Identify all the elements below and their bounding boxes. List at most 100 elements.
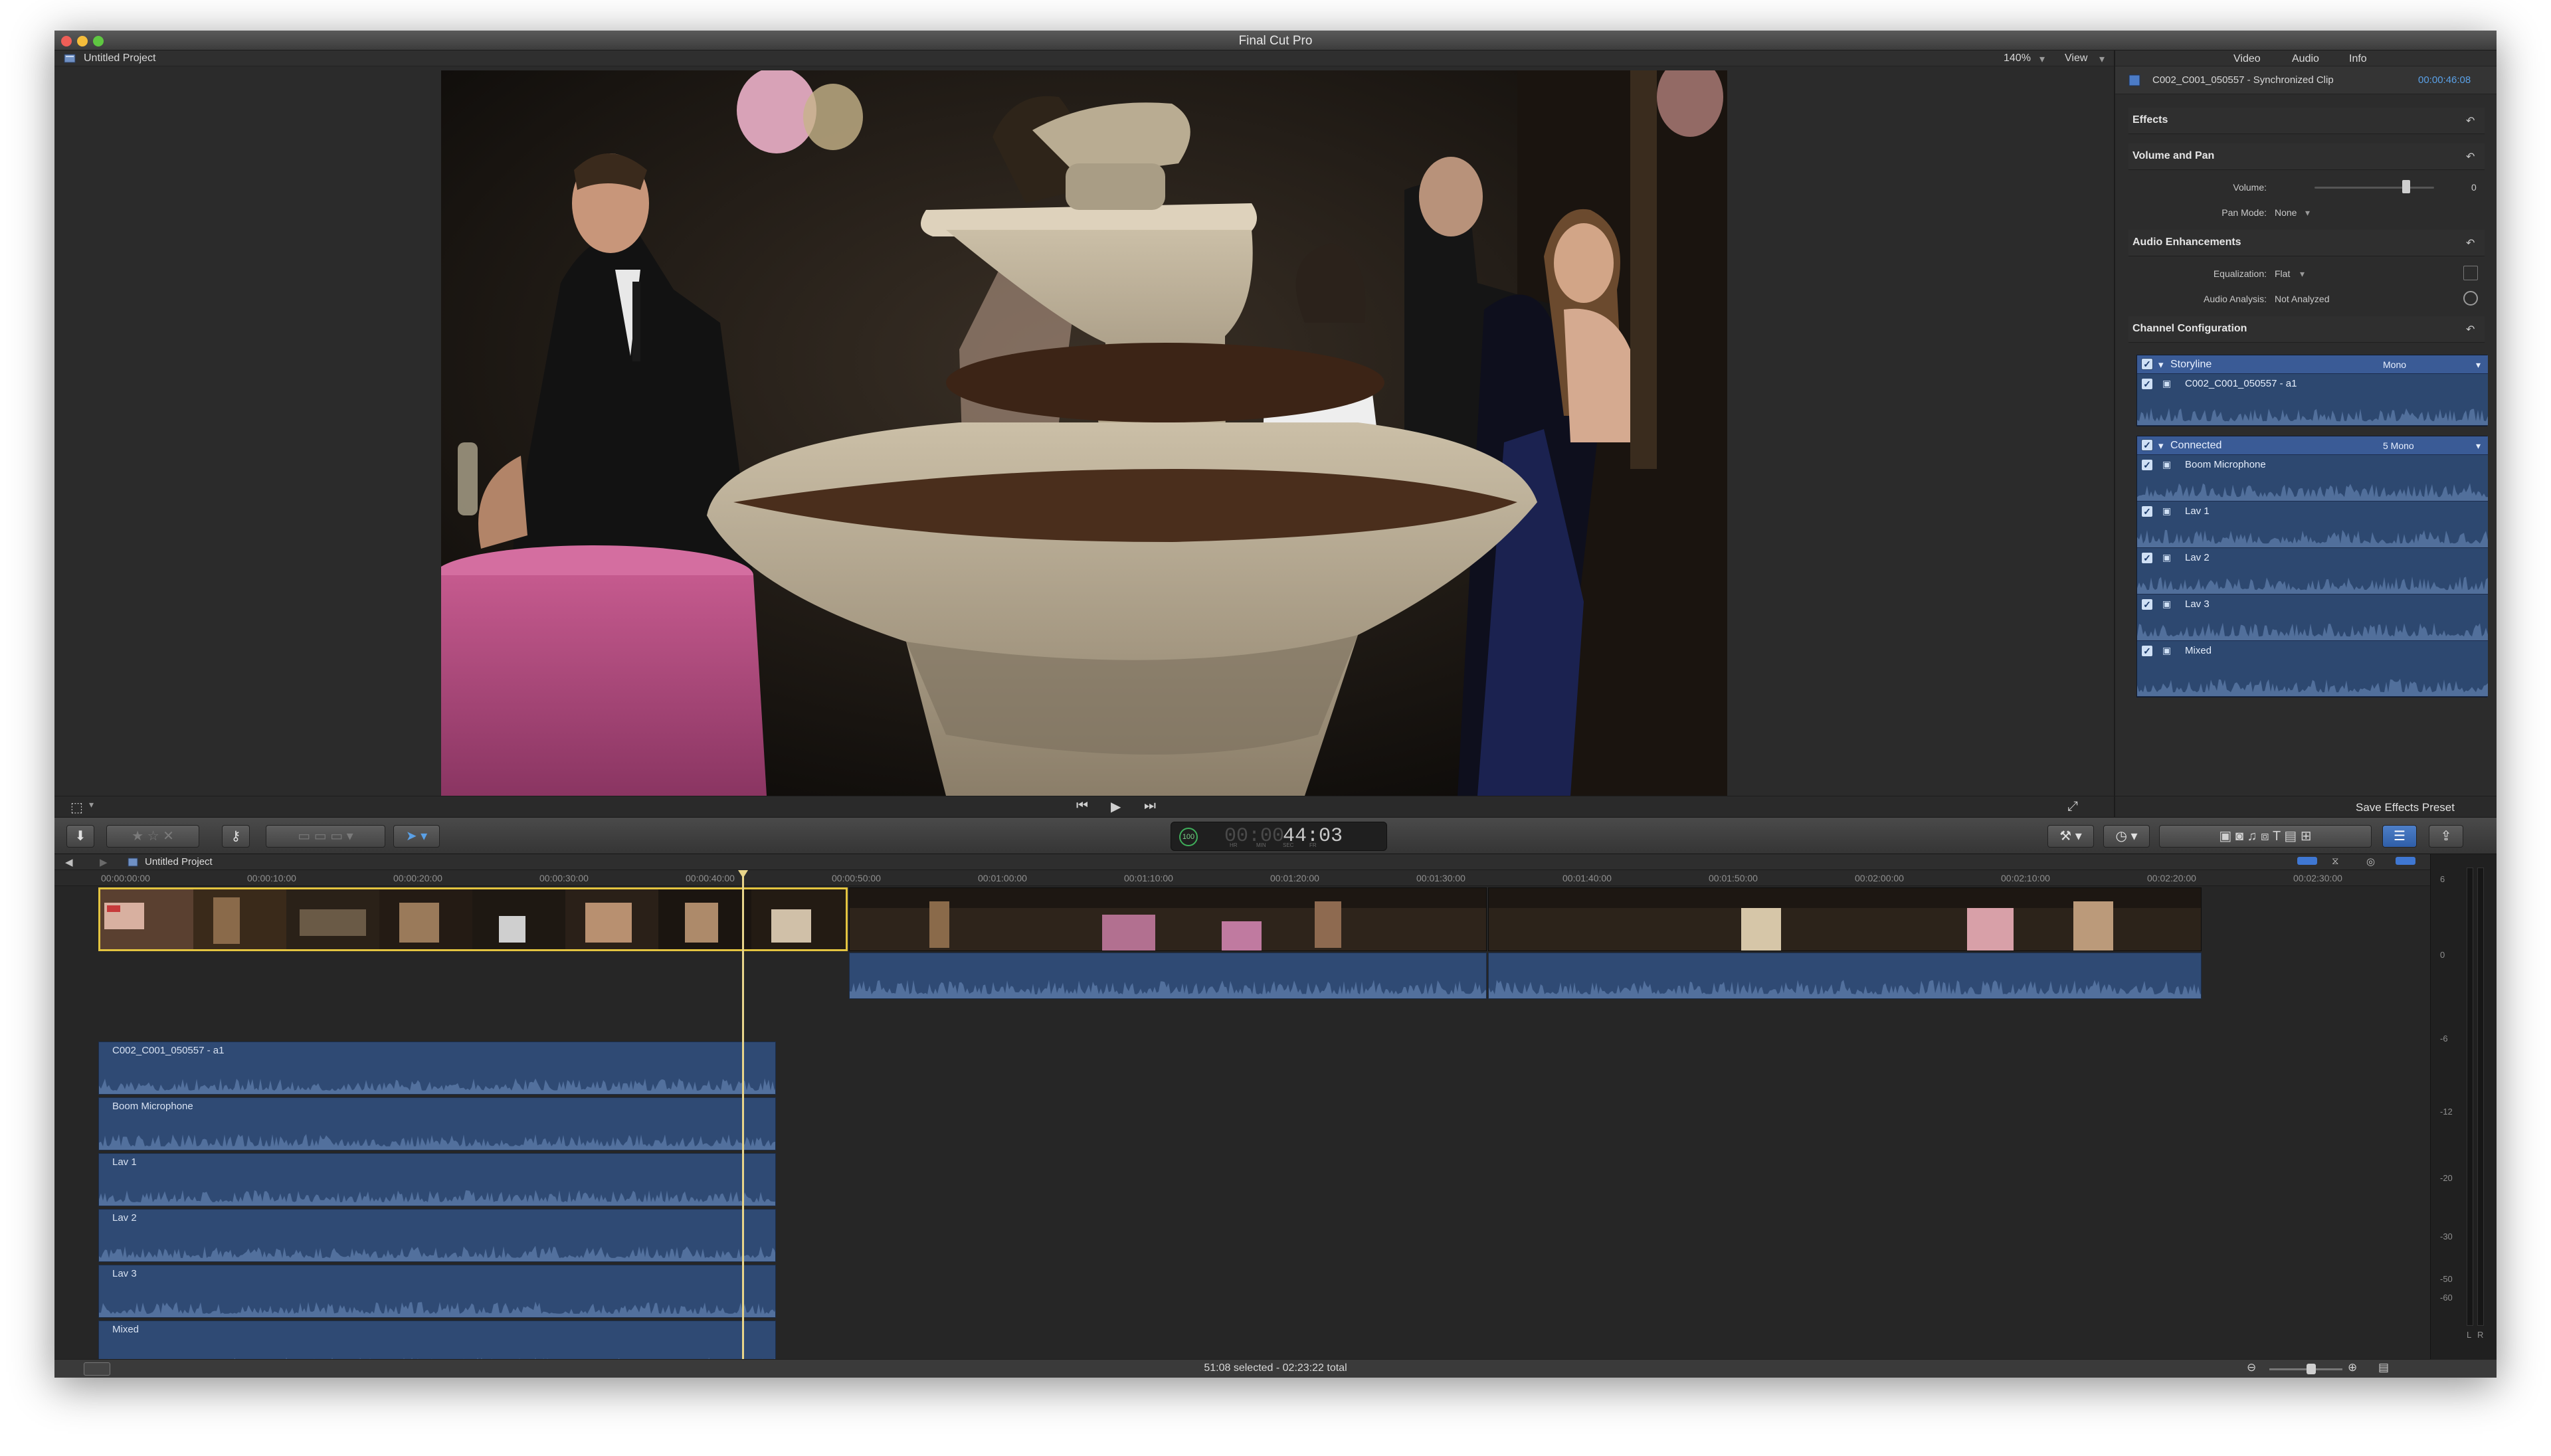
zoom-in-icon[interactable]: ⊕ (2348, 1361, 2357, 1374)
window-title: Final Cut Pro (1238, 34, 1313, 48)
chevron-down-icon[interactable]: ▾ (89, 799, 94, 810)
volume-slider-track[interactable] (2315, 187, 2434, 189)
viewer-zoom-menu[interactable]: 140% (2004, 52, 2031, 64)
chevron-down-icon: ▾ (2305, 207, 2311, 218)
ruler-tick: 00:01:50:00 (1709, 873, 1758, 883)
audio-lane[interactable]: C002_C001_050557 - a1 (98, 1042, 776, 1095)
channel-row[interactable]: ✓ ▣ Lav 3 (2137, 594, 2488, 641)
connected-checkbox[interactable]: ✓ (2141, 439, 2153, 451)
audio-lane[interactable]: Boom Microphone (98, 1097, 776, 1150)
tab-info[interactable]: Info (2349, 53, 2367, 65)
back-icon[interactable]: ◀ (65, 856, 73, 868)
snapping-icon[interactable] (2396, 857, 2415, 865)
reset-icon[interactable]: ↶ (2466, 150, 2475, 163)
equalizer-icon[interactable] (2463, 266, 2478, 280)
analyze-icon[interactable] (2463, 291, 2478, 306)
zoom-out-icon[interactable]: ⊖ (2247, 1361, 2256, 1374)
ruler-tick: 00:00:20:00 (393, 873, 442, 883)
waveform-graphic (99, 1245, 775, 1261)
channel-checkbox[interactable]: ✓ (2141, 378, 2153, 390)
channel-checkbox[interactable]: ✓ (2141, 505, 2153, 517)
ruler-tick: 00:02:00:00 (1855, 873, 1904, 883)
background-tasks-indicator[interactable]: 100 (1179, 828, 1198, 846)
import-button[interactable]: ⬇ (66, 825, 94, 848)
viewer-header: Untitled Project 140% ▾ View ▾ (54, 50, 2114, 66)
go-to-start-button[interactable]: ⏮ (1076, 798, 1088, 814)
storyline-clip[interactable] (849, 887, 1487, 951)
waveform-graphic (99, 1078, 775, 1094)
channel-checkbox[interactable]: ✓ (2141, 645, 2153, 657)
connected-mode-popup[interactable]: 5 Mono (2383, 440, 2414, 451)
channel-row[interactable]: ✓ ▣ Lav 2 (2137, 548, 2488, 594)
audio-waveform-clip[interactable] (849, 953, 1487, 999)
clip-appearance-icon[interactable] (2297, 857, 2317, 865)
viewer-view-menu[interactable]: View (2065, 52, 2087, 64)
reset-icon[interactable]: ↶ (2466, 323, 2475, 336)
disclosure-triangle-icon[interactable]: ▾ (2158, 359, 2164, 371)
audio-lane[interactable]: Lav 2 (98, 1209, 776, 1262)
playhead[interactable] (742, 870, 744, 1359)
tab-video[interactable]: Video (2233, 53, 2261, 65)
storyline-label: Storyline (2170, 359, 2212, 370)
channel-checkbox[interactable]: ✓ (2141, 459, 2153, 471)
select-tool-button[interactable]: ➤ ▾ (393, 825, 440, 848)
channel-checkbox[interactable]: ✓ (2141, 598, 2153, 610)
channel-row[interactable]: ✓ ▣ C002_C001_050557 - a1 (2137, 374, 2488, 426)
save-effects-preset-button[interactable]: Save Effects Preset (2356, 801, 2455, 814)
retime-menu-button[interactable]: ◷ ▾ (2103, 825, 2150, 848)
channel-row[interactable]: ✓ ▣ Mixed (2137, 641, 2488, 697)
ruler-tick: 00:00:10:00 (247, 873, 296, 883)
solo-icon[interactable]: ◎ (2366, 856, 2375, 867)
audio-lane[interactable]: Lav 3 (98, 1265, 776, 1318)
zoom-slider-knob[interactable] (2307, 1364, 2316, 1374)
meter-scale-label: -20 (2440, 1173, 2453, 1183)
browser-toggle-buttons[interactable]: ▣ ◙ ♫ ⧈ T ▤ ⊞ (2159, 825, 2372, 848)
timeline-project-name: Untitled Project (145, 856, 213, 867)
connected-header[interactable]: ✓ ▾ Connected 5 Mono ▾ (2137, 436, 2488, 455)
tab-audio[interactable]: Audio (2292, 53, 2319, 65)
forward-icon[interactable]: ▶ (100, 856, 108, 868)
fullscreen-icon[interactable]: ⤢ (2067, 799, 2078, 814)
share-icon[interactable]: ⇪ (2429, 825, 2463, 848)
volume-slider-knob[interactable] (2402, 180, 2410, 193)
pan-mode-popup[interactable]: None (2275, 207, 2297, 218)
audio-lane-label: Lav 3 (112, 1268, 137, 1279)
edit-mode-buttons[interactable]: ▭ ▭ ▭ ▾ (266, 825, 385, 848)
viewer-project-name: Untitled Project (84, 52, 156, 64)
reset-icon[interactable]: ↶ (2466, 236, 2475, 250)
title-bar: Final Cut Pro (54, 31, 2497, 50)
project-icon (128, 858, 138, 867)
disclosure-triangle-icon[interactable]: ▾ (2158, 440, 2164, 452)
skimming-icon[interactable]: ⧖ (2332, 856, 2339, 867)
volume-value[interactable]: 0 (2471, 182, 2477, 193)
audio-lane[interactable]: Lav 1 (98, 1153, 776, 1206)
storyline-clip[interactable] (1488, 887, 2202, 951)
storyline-checkbox[interactable]: ✓ (2141, 358, 2153, 370)
audio-waveform-clip[interactable] (1488, 953, 2202, 999)
dashboard-timecode[interactable]: 100 00:00 44:03 HR MIN SEC FR (1171, 822, 1387, 851)
audio-lane-label: Lav 2 (112, 1212, 137, 1224)
transform-icon[interactable]: ⬚ (70, 799, 83, 816)
ruler-tick: 00:01:30:00 (1416, 873, 1465, 883)
channel-row[interactable]: ✓ ▣ Lav 1 (2137, 501, 2488, 548)
reset-icon[interactable]: ↶ (2466, 114, 2475, 128)
enhancements-menu-button[interactable]: ⚒ ▾ (2047, 825, 2094, 848)
storyline-clip-selected[interactable] (98, 887, 848, 951)
meter-scale-label: -60 (2440, 1293, 2453, 1303)
equalization-popup[interactable]: Flat (2275, 268, 2290, 279)
ruler-tick: 00:01:20:00 (1270, 873, 1319, 883)
channel-checkbox[interactable]: ✓ (2141, 552, 2153, 564)
timeline-ruler[interactable]: 00:00:00:00 00:00:10:00 00:00:20:00 00:0… (54, 870, 2430, 886)
clip-appearance-icon[interactable]: ▤ (2378, 1361, 2389, 1374)
inspector-clip-duration: 00:00:46:08 (2418, 74, 2471, 86)
keyword-icon[interactable]: ⚷ (222, 825, 250, 848)
channel-row[interactable]: ✓ ▣ Boom Microphone (2137, 455, 2488, 501)
inspector-toggle-button[interactable]: ☰ (2382, 825, 2417, 848)
play-button[interactable]: ▶ (1111, 798, 1121, 815)
go-to-end-button[interactable]: ⏭ (1144, 798, 1156, 814)
rating-buttons[interactable]: ★ ☆ ✕ (106, 825, 199, 848)
storyline-header[interactable]: ✓ ▾ Storyline Mono ▾ (2137, 355, 2488, 374)
storyline-mode-popup[interactable]: Mono (2383, 359, 2406, 370)
meter-channel-left: L (2467, 1330, 2472, 1340)
timeline-zoom-slider[interactable] (2269, 1368, 2342, 1370)
